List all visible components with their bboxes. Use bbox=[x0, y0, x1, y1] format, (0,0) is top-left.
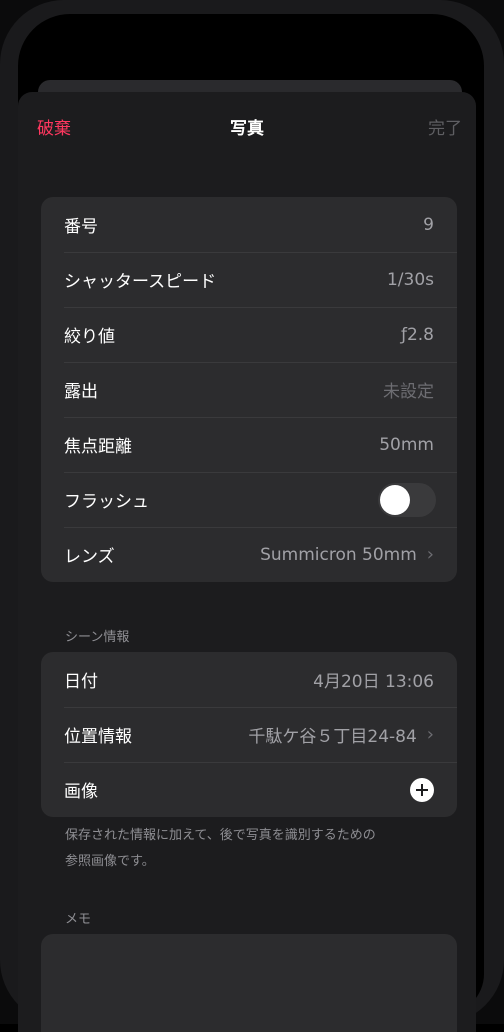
row-label: 位置情報 bbox=[64, 727, 132, 747]
row-label: 露出 bbox=[64, 382, 98, 402]
navigation-bar: 破棄 写真 完了 bbox=[18, 92, 476, 158]
frame-number-row[interactable]: 番号 9 bbox=[41, 197, 457, 252]
lens-value: Summicron 50mm bbox=[260, 544, 417, 565]
row-label: フラッシュ bbox=[64, 492, 149, 512]
location-value: 千駄ケ谷５丁目24-84 bbox=[248, 727, 417, 747]
scene-section-header: シーン情報 bbox=[65, 630, 130, 645]
frame-number-value: 9 bbox=[423, 214, 434, 235]
device: 破棄 写真 完了 番号 9 シャッタースピード 1/30s 絞り値 ƒ2.8 露… bbox=[0, 0, 504, 1032]
memo-text-area[interactable] bbox=[41, 934, 457, 1032]
shutter-speed-value: 1/30s bbox=[386, 269, 434, 290]
date-row[interactable]: 日付 4月20日 13:06 bbox=[41, 652, 457, 707]
date-value: 4月20日 13:06 bbox=[313, 672, 434, 692]
row-label: 画像 bbox=[64, 782, 98, 802]
photo-edit-sheet: 破棄 写真 完了 番号 9 シャッタースピード 1/30s 絞り値 ƒ2.8 露… bbox=[18, 92, 476, 1032]
aperture-row[interactable]: 絞り値 ƒ2.8 bbox=[41, 307, 457, 362]
aperture-value: ƒ2.8 bbox=[400, 324, 434, 345]
shutter-speed-row[interactable]: シャッタースピード 1/30s bbox=[41, 252, 457, 307]
row-label: 焦点距離 bbox=[64, 437, 132, 457]
row-label: シャッタースピード bbox=[64, 272, 217, 292]
exposure-row[interactable]: 露出 未設定 bbox=[41, 362, 457, 417]
row-label: 絞り値 bbox=[64, 327, 115, 347]
page-title: 写真 bbox=[230, 119, 264, 139]
lens-row[interactable]: レンズ Summicron 50mm › bbox=[41, 527, 457, 582]
focal-length-row[interactable]: 焦点距離 50mm bbox=[41, 417, 457, 472]
photo-settings-group: 番号 9 シャッタースピード 1/30s 絞り値 ƒ2.8 露出 未設定 焦点距… bbox=[41, 197, 457, 582]
image-row: 画像 bbox=[41, 762, 457, 817]
footer-line: 保存された情報に加えて、後で写真を識別するための bbox=[65, 828, 376, 843]
location-row[interactable]: 位置情報 千駄ケ谷５丁目24-84 › bbox=[41, 707, 457, 762]
done-button[interactable]: 完了 bbox=[428, 114, 462, 139]
row-label: 番号 bbox=[64, 217, 98, 237]
focal-length-value: 50mm bbox=[379, 434, 434, 455]
chevron-right-icon: › bbox=[426, 723, 434, 745]
footer-line: 参照画像です。 bbox=[65, 854, 155, 869]
scene-footer-note: 保存された情報に加えて、後で写真を識別するための 参照画像です。 bbox=[65, 823, 435, 875]
flash-toggle[interactable] bbox=[378, 482, 436, 517]
row-label: レンズ bbox=[64, 547, 115, 567]
exposure-value: 未設定 bbox=[383, 382, 434, 402]
chevron-right-icon: › bbox=[426, 543, 434, 565]
add-image-button[interactable] bbox=[410, 777, 434, 802]
toggle-knob bbox=[380, 484, 410, 515]
scene-info-group: 日付 4月20日 13:06 位置情報 千駄ケ谷５丁目24-84 › 画像 bbox=[41, 652, 457, 817]
flash-row: フラッシュ bbox=[41, 472, 457, 527]
memo-section-header: メモ bbox=[65, 912, 92, 927]
row-label: 日付 bbox=[64, 672, 98, 692]
